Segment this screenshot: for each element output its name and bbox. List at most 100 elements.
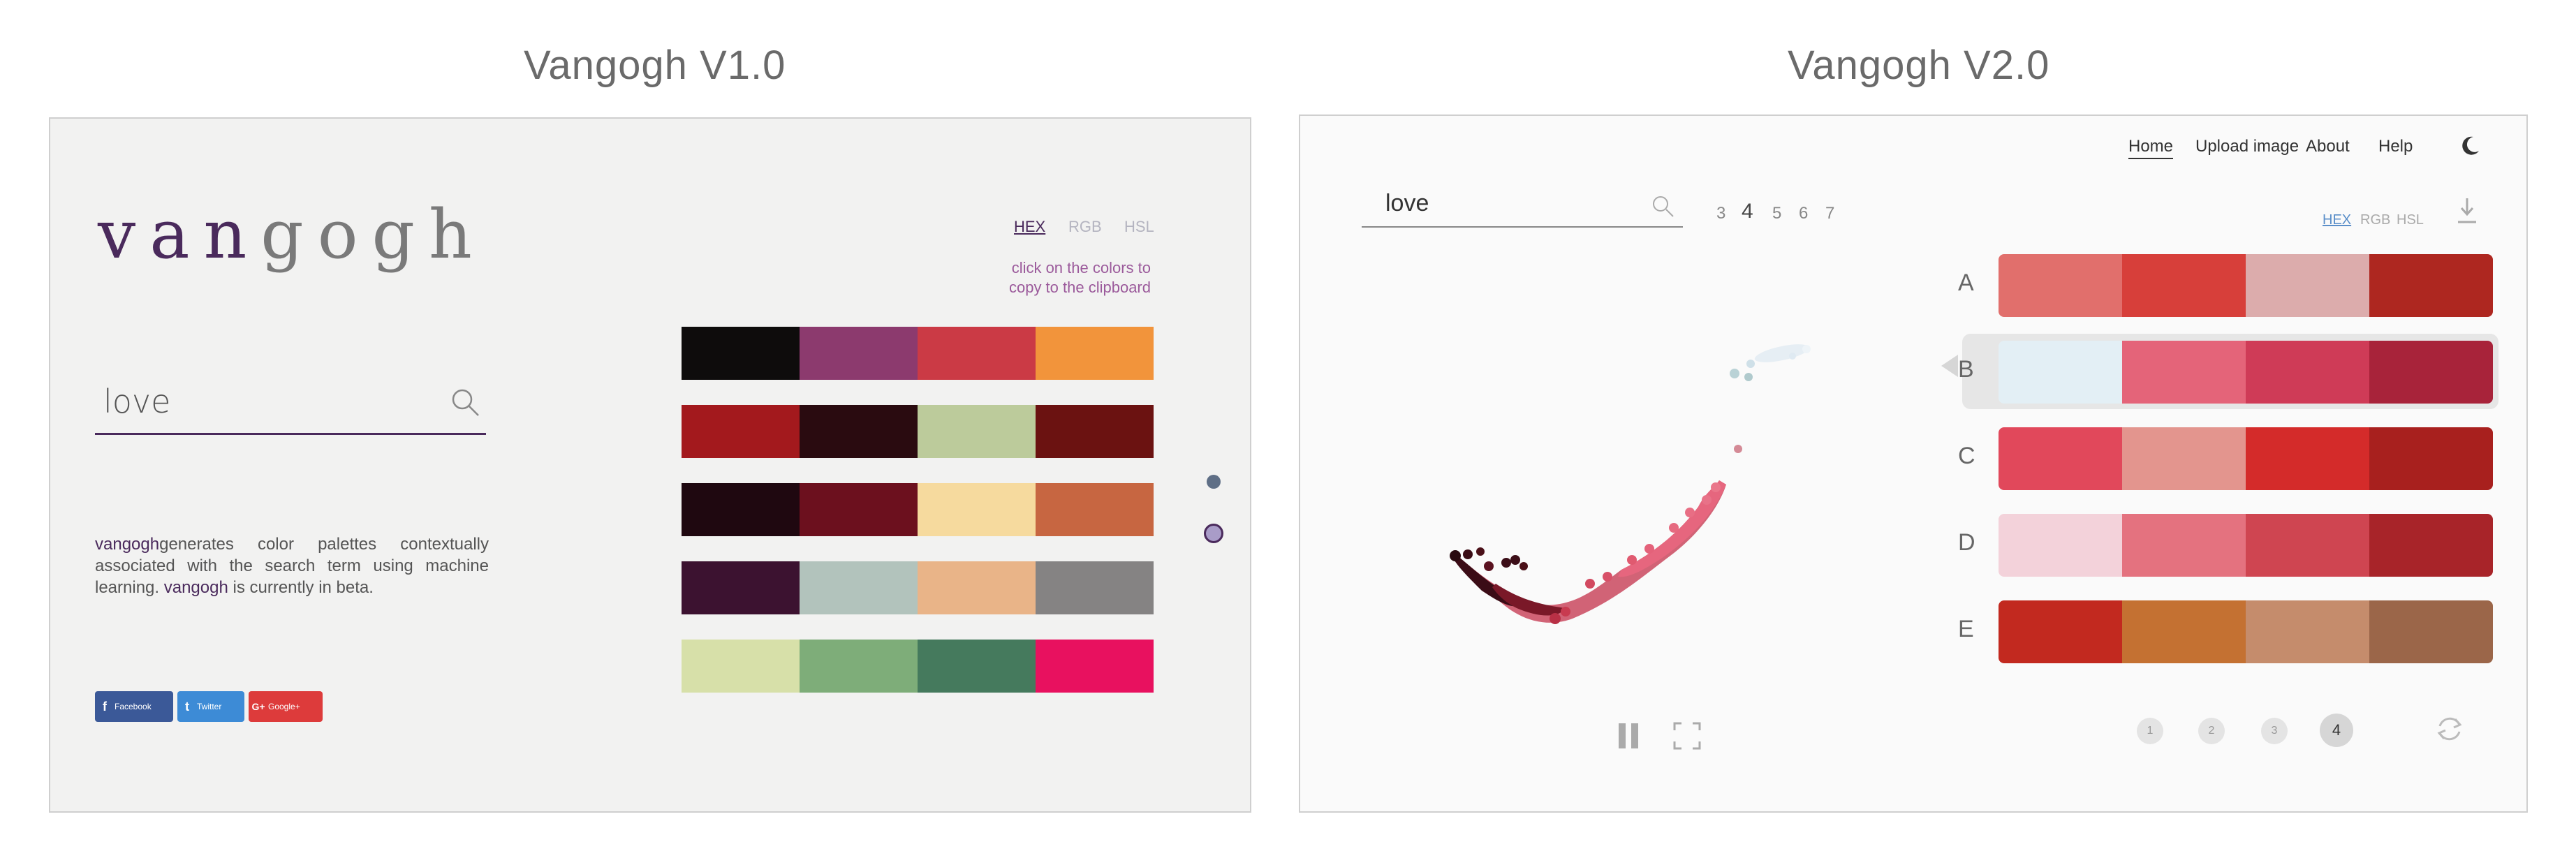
color-swatch[interactable] <box>2122 341 2246 404</box>
search-field[interactable]: love <box>95 377 486 435</box>
palette-row-b[interactable] <box>1999 341 2493 404</box>
palette-row-a[interactable] <box>1999 254 2493 317</box>
palette-label: A <box>1958 269 1974 296</box>
color-swatch[interactable] <box>918 561 1036 614</box>
color-swatch[interactable] <box>1999 254 2122 317</box>
color-swatch[interactable] <box>2122 600 2246 663</box>
color-swatch[interactable] <box>918 327 1036 380</box>
nav-home[interactable]: Home <box>2128 137 2174 159</box>
palette-row-d[interactable] <box>1999 514 2493 577</box>
color-swatch[interactable] <box>1036 405 1154 458</box>
v2-section-title: Vangogh V2.0 <box>1788 43 2050 88</box>
google-share-button[interactable]: G+ Google+ <box>249 691 323 722</box>
palette-row-e[interactable] <box>1999 600 2493 663</box>
count-option-6[interactable]: 6 <box>1799 204 1808 223</box>
palette-row[interactable] <box>682 405 1154 458</box>
search-icon[interactable] <box>1651 194 1675 218</box>
count-option-7[interactable]: 7 <box>1825 204 1834 223</box>
color-swatch[interactable] <box>682 327 800 380</box>
description: vangoghgenerates color palettes contextu… <box>95 535 489 597</box>
format-rgb[interactable]: RGB <box>1068 218 1102 236</box>
palette-label: C <box>1958 443 1975 469</box>
color-swatch[interactable] <box>1999 427 2122 490</box>
page-button-2[interactable]: 2 <box>2198 718 2225 744</box>
facebook-icon: f <box>103 699 107 714</box>
format-hsl[interactable]: HSL <box>1124 218 1154 236</box>
color-swatch[interactable] <box>2246 341 2369 404</box>
color-swatch[interactable] <box>2122 254 2246 317</box>
color-swatch[interactable] <box>918 640 1036 693</box>
color-swatch[interactable] <box>2369 254 2493 317</box>
count-option-5[interactable]: 5 <box>1772 204 1781 223</box>
color-swatch[interactable] <box>2369 341 2493 404</box>
color-swatch[interactable] <box>2246 254 2369 317</box>
nav-upload-image[interactable]: Upload image <box>2195 137 2299 156</box>
color-swatch[interactable] <box>1036 483 1154 536</box>
color-swatch[interactable] <box>1999 514 2122 577</box>
color-swatch[interactable] <box>682 561 800 614</box>
v1-screenshot: vangogh love vangoghgenerates color pale… <box>49 117 1251 813</box>
page-button-3[interactable]: 3 <box>2261 718 2288 744</box>
color-swatch[interactable] <box>2246 600 2369 663</box>
google-plus-icon: G+ <box>251 701 265 712</box>
color-swatch[interactable] <box>800 483 918 536</box>
refresh-icon[interactable] <box>2434 714 2465 744</box>
dark-mode-icon[interactable] <box>2458 134 2482 158</box>
format-hex[interactable]: HEX <box>2323 212 2351 228</box>
color-scatter-plot[interactable] <box>1419 325 1852 647</box>
nav-about[interactable]: About <box>2306 137 2350 156</box>
copy-hint: click on the colors to copy to the clipbo… <box>1008 259 1151 296</box>
color-swatch[interactable] <box>800 327 918 380</box>
color-swatch[interactable] <box>1036 327 1154 380</box>
format-hsl[interactable]: HSL <box>2397 212 2424 228</box>
color-swatch[interactable] <box>800 561 918 614</box>
download-icon[interactable] <box>2455 197 2479 225</box>
v2-screenshot: Home Upload image About Help love 3 4 5 … <box>1299 115 2528 813</box>
search-input[interactable]: love <box>103 383 170 420</box>
format-hex[interactable]: HEX <box>1014 218 1045 236</box>
page-button-4[interactable]: 4 <box>2320 714 2353 747</box>
color-swatch[interactable] <box>682 405 800 458</box>
format-rgb[interactable]: RGB <box>2360 212 2390 228</box>
color-swatch[interactable] <box>800 405 918 458</box>
color-swatch[interactable] <box>2369 514 2493 577</box>
palette-row[interactable] <box>682 640 1154 693</box>
scatter-points <box>1450 344 1811 624</box>
color-swatch[interactable] <box>2246 427 2369 490</box>
color-swatch[interactable] <box>2369 427 2493 490</box>
search-field[interactable]: love <box>1362 186 1683 228</box>
color-swatch[interactable] <box>1036 640 1154 693</box>
color-swatch[interactable] <box>682 483 800 536</box>
search-icon[interactable] <box>450 387 480 418</box>
color-swatch[interactable] <box>800 640 918 693</box>
color-swatch[interactable] <box>1999 341 2122 404</box>
page-button-1[interactable]: 1 <box>2137 718 2163 744</box>
page-dot-active[interactable] <box>1204 524 1223 543</box>
color-swatch[interactable] <box>2122 427 2246 490</box>
page-dot[interactable] <box>1207 475 1221 489</box>
color-swatch[interactable] <box>2246 514 2369 577</box>
twitter-share-button[interactable]: t Twitter <box>177 691 244 722</box>
palette-row[interactable] <box>682 327 1154 380</box>
fullscreen-icon[interactable] <box>1672 721 1702 751</box>
color-swatch[interactable] <box>1036 561 1154 614</box>
nav-help[interactable]: Help <box>2378 137 2413 156</box>
palette-label: B <box>1958 356 1974 383</box>
palette-row-c[interactable] <box>1999 427 2493 490</box>
palette-label: E <box>1958 616 1974 642</box>
color-swatch[interactable] <box>2122 514 2246 577</box>
color-swatch[interactable] <box>682 640 800 693</box>
color-swatch[interactable] <box>918 405 1036 458</box>
twitter-icon: t <box>185 699 189 714</box>
color-swatch[interactable] <box>1999 600 2122 663</box>
pause-icon[interactable] <box>1614 721 1642 751</box>
count-option-3[interactable]: 3 <box>1716 204 1725 223</box>
count-option-4[interactable]: 4 <box>1742 200 1753 223</box>
color-swatch[interactable] <box>2369 600 2493 663</box>
caret-left-icon <box>1941 355 1958 377</box>
palette-row[interactable] <box>682 561 1154 614</box>
facebook-share-button[interactable]: f Facebook <box>95 691 173 722</box>
color-swatch[interactable] <box>918 483 1036 536</box>
search-input[interactable]: love <box>1385 190 1429 217</box>
palette-row[interactable] <box>682 483 1154 536</box>
